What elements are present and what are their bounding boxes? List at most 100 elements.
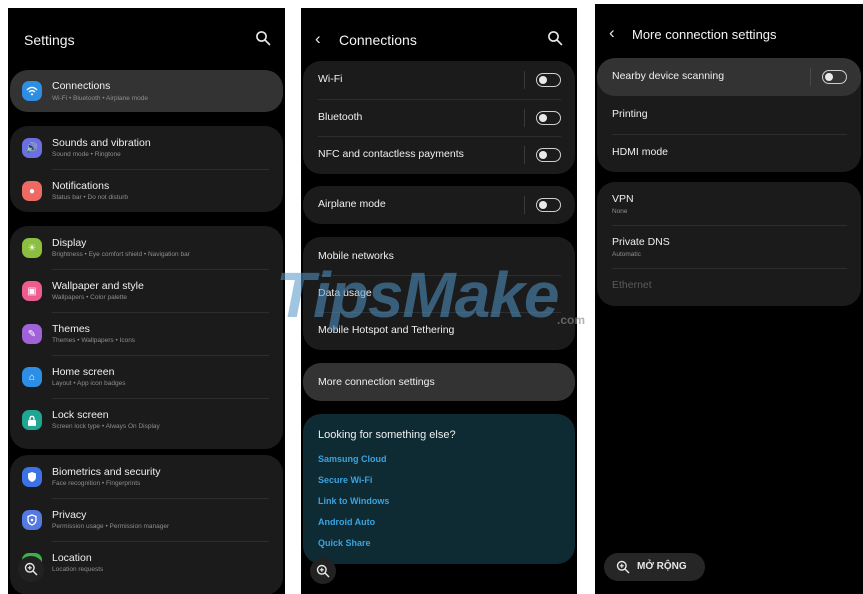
notification-icon: ● bbox=[22, 181, 42, 201]
item-label: Privacy bbox=[52, 509, 87, 521]
airplane-toggle[interactable] bbox=[536, 198, 561, 212]
settings-item-privacy[interactable]: Privacy Permission usage • Permission ma… bbox=[10, 498, 283, 541]
sun-icon: ☀ bbox=[22, 238, 42, 258]
nearby-device-scanning-row[interactable]: Nearby device scanning bbox=[597, 58, 861, 96]
item-label: Lock screen bbox=[52, 409, 109, 421]
more-card-group1: Nearby device scanning Printing HDMI mod… bbox=[597, 58, 861, 172]
page-title: Connections bbox=[339, 32, 417, 48]
wifi-row[interactable]: Wi-Fi bbox=[303, 61, 575, 99]
toggle-separator bbox=[524, 146, 525, 164]
item-sub: Location requests bbox=[52, 566, 104, 573]
back-icon[interactable]: ‹ bbox=[609, 23, 615, 43]
zoom-in-icon bbox=[616, 560, 630, 574]
airplane-row[interactable]: Airplane mode bbox=[303, 186, 575, 224]
shield-icon bbox=[22, 467, 42, 487]
toggle-separator bbox=[524, 71, 525, 89]
wifi-toggle[interactable] bbox=[536, 73, 561, 87]
settings-item-home-screen[interactable]: ⌂ Home screen Layout • App icon badges bbox=[10, 355, 283, 398]
back-icon[interactable]: ‹ bbox=[315, 29, 321, 49]
suggestion-card: Looking for something else? Samsung Clou… bbox=[303, 414, 575, 564]
speaker-icon: 🔊 bbox=[22, 138, 42, 158]
connections-screen: ‹ Connections Wi-Fi Bluetooth NFC and co… bbox=[301, 8, 577, 594]
item-label: Nearby device scanning bbox=[612, 70, 725, 82]
item-sub: Brightness • Eye comfort shield • Naviga… bbox=[52, 251, 190, 258]
hotspot-row[interactable]: Mobile Hotspot and Tethering bbox=[303, 312, 575, 350]
item-label: Home screen bbox=[52, 366, 115, 378]
connections-card-mobile: Mobile networks Data usage Mobile Hotspo… bbox=[303, 237, 575, 350]
settings-item-biometrics[interactable]: Biometrics and security Face recognition… bbox=[10, 455, 283, 498]
settings-item-wallpaper[interactable]: ▣ Wallpaper and style Wallpapers • Color… bbox=[10, 269, 283, 312]
item-label: Display bbox=[52, 237, 87, 249]
item-label: Wallpaper and style bbox=[52, 280, 144, 292]
item-sub: None bbox=[612, 208, 628, 215]
link-link-to-windows[interactable]: Link to Windows bbox=[318, 496, 389, 506]
item-sub: Face recognition • Fingerprints bbox=[52, 480, 141, 487]
item-sub: Layout • App icon badges bbox=[52, 380, 126, 387]
item-label: Airplane mode bbox=[318, 198, 386, 210]
more-connection-settings-screen: ‹ More connection settings Nearby device… bbox=[595, 4, 863, 594]
link-secure-wifi[interactable]: Secure Wi-Fi bbox=[318, 475, 372, 485]
settings-item-notifications[interactable]: ● Notifications Status bar • Do not dist… bbox=[10, 169, 283, 212]
zoom-in-icon bbox=[24, 562, 38, 576]
item-label: Mobile networks bbox=[318, 250, 394, 262]
page-title: Settings bbox=[24, 32, 75, 48]
more-header: ‹ More connection settings bbox=[595, 4, 863, 66]
toggle-separator bbox=[810, 68, 811, 86]
nearby-scanning-toggle[interactable] bbox=[822, 70, 847, 84]
mobile-networks-row[interactable]: Mobile networks bbox=[303, 237, 575, 275]
item-sub: Automatic bbox=[612, 251, 641, 258]
settings-item-display[interactable]: ☀ Display Brightness • Eye comfort shiel… bbox=[10, 226, 283, 269]
item-sub: Status bar • Do not disturb bbox=[52, 194, 128, 201]
vpn-row[interactable]: VPN None bbox=[597, 182, 861, 225]
expand-zoom-button[interactable]: MỞ RỘNG bbox=[604, 553, 705, 581]
nfc-toggle[interactable] bbox=[536, 148, 561, 162]
settings-screen: Settings Connections Wi-Fi • Bluetooth •… bbox=[8, 8, 285, 594]
item-label: Mobile Hotspot and Tethering bbox=[318, 324, 455, 336]
connections-card-radios: Wi-Fi Bluetooth NFC and contactless paym… bbox=[303, 61, 575, 174]
brush-icon: ✎ bbox=[22, 324, 42, 344]
settings-item-location[interactable]: Location Location requests bbox=[10, 541, 283, 584]
zoom-in-icon bbox=[316, 564, 330, 578]
link-android-auto[interactable]: Android Auto bbox=[318, 517, 375, 527]
item-sub: Themes • Wallpapers • Icons bbox=[52, 337, 136, 344]
settings-item-connections[interactable]: Connections Wi-Fi • Bluetooth • Airplane… bbox=[10, 70, 283, 112]
settings-item-lock-screen[interactable]: Lock screen Screen lock type • Always On… bbox=[10, 398, 283, 441]
item-label: Connections bbox=[52, 80, 111, 92]
hdmi-mode-row[interactable]: HDMI mode bbox=[597, 134, 861, 172]
bluetooth-row[interactable]: Bluetooth bbox=[303, 99, 575, 136]
link-samsung-cloud[interactable]: Samsung Cloud bbox=[318, 454, 387, 464]
item-label: Private DNS bbox=[612, 236, 670, 248]
connections-card-airplane: Airplane mode bbox=[303, 186, 575, 224]
data-usage-row[interactable]: Data usage bbox=[303, 275, 575, 312]
item-sub: Wi-Fi • Bluetooth • Airplane mode bbox=[52, 95, 148, 102]
item-label: VPN bbox=[612, 193, 634, 205]
zoom-button[interactable] bbox=[18, 556, 44, 582]
item-label: NFC and contactless payments bbox=[318, 148, 464, 160]
item-label: Location bbox=[52, 552, 92, 564]
printing-row[interactable]: Printing bbox=[597, 96, 861, 134]
item-sub: Screen lock type • Always On Display bbox=[52, 423, 160, 430]
private-dns-row[interactable]: Private DNS Automatic bbox=[597, 225, 861, 268]
search-icon[interactable] bbox=[547, 30, 563, 46]
nfc-row[interactable]: NFC and contactless payments bbox=[303, 136, 575, 174]
lock-icon bbox=[22, 410, 42, 430]
more-connection-settings-row[interactable]: More connection settings bbox=[303, 363, 575, 401]
wifi-icon bbox=[22, 81, 42, 101]
item-label: Bluetooth bbox=[318, 111, 363, 123]
settings-card-security: Biometrics and security Face recognition… bbox=[10, 455, 283, 594]
item-label: Wi-Fi bbox=[318, 73, 343, 85]
settings-item-sounds[interactable]: 🔊 Sounds and vibration Sound mode • Ring… bbox=[10, 126, 283, 169]
bluetooth-toggle[interactable] bbox=[536, 111, 561, 125]
item-label: Notifications bbox=[52, 180, 110, 192]
item-label: Biometrics and security bbox=[52, 466, 161, 478]
item-label: Ethernet bbox=[612, 279, 652, 291]
zoom-button[interactable] bbox=[310, 558, 336, 584]
suggestion-heading: Looking for something else? bbox=[318, 429, 456, 441]
search-icon[interactable] bbox=[255, 30, 271, 46]
link-quick-share[interactable]: Quick Share bbox=[318, 538, 371, 548]
item-sub: Wallpapers • Color palette bbox=[52, 294, 128, 301]
item-sub: Sound mode • Ringtone bbox=[52, 151, 121, 158]
more-card-group2: VPN None Private DNS Automatic Ethernet bbox=[597, 182, 861, 306]
settings-item-themes[interactable]: ✎ Themes Themes • Wallpapers • Icons bbox=[10, 312, 283, 355]
page-title: More connection settings bbox=[632, 27, 777, 42]
